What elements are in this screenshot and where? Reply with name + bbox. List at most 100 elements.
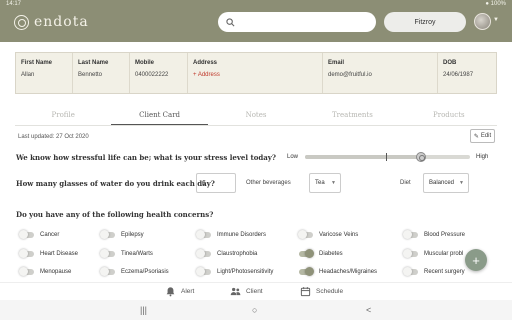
stress-slider-thumb[interactable] <box>415 152 426 162</box>
last-name-label: Last Name <box>78 60 109 66</box>
concern-toggle[interactable] <box>19 267 34 276</box>
status-time: 14:17 <box>6 1 22 7</box>
first-name-value: Allan <box>21 72 35 78</box>
concern-toggle[interactable] <box>403 230 418 239</box>
recents-icon[interactable]: ||| <box>140 305 147 315</box>
concern-toggle[interactable] <box>299 249 314 258</box>
concern-toggle[interactable] <box>299 267 314 276</box>
search-input[interactable] <box>239 18 369 26</box>
concern-immune-disorders[interactable]: Immune Disorders <box>196 230 266 239</box>
nav-alert[interactable]: Alert <box>165 286 194 297</box>
concern-tinea-warts[interactable]: Tinea/Warts <box>100 249 153 258</box>
dob-value: 24/06/1987 <box>443 72 474 78</box>
water-input[interactable]: 6 <box>196 173 236 193</box>
concern-toggle[interactable] <box>100 267 115 276</box>
concern-eczema-psoriasis[interactable]: Eczema/Psoriasis <box>100 267 169 276</box>
mobile-label: Mobile <box>135 60 154 66</box>
system-nav-bar: ||| ○ < <box>0 300 512 320</box>
stress-high-label: High <box>476 154 489 160</box>
concern-toggle[interactable] <box>19 249 34 258</box>
status-bar: 14:17 ● 100% <box>0 0 512 10</box>
nav-schedule-label: Schedule <box>316 288 344 295</box>
add-address-link[interactable]: + Address <box>193 72 317 78</box>
diet-label: Diet <box>400 180 411 186</box>
pencil-icon: ✎ <box>473 133 479 140</box>
tab-client-card[interactable]: Client Card <box>111 108 208 125</box>
concern-label: Eczema/Psoriasis <box>121 269 169 275</box>
chevron-down-icon: ▼ <box>331 180 336 186</box>
mobile-value: 0400022222 <box>135 72 169 78</box>
concern-muscular[interactable]: Muscular probl <box>403 249 463 258</box>
bottom-nav: Alert Client Schedule <box>0 282 512 300</box>
concern-blood-pressure[interactable]: Blood Pressure <box>403 230 466 239</box>
nav-client-label: Client <box>246 288 263 295</box>
concern-light-photosensitivity[interactable]: Light/Photosensitivity <box>196 267 273 276</box>
chevron-down-icon: ▼ <box>459 180 464 186</box>
first-name-label: First Name <box>21 60 53 66</box>
concern-heart-disease[interactable]: Heart Disease <box>19 249 79 258</box>
avatar[interactable] <box>474 13 491 30</box>
concern-toggle[interactable] <box>403 267 418 276</box>
add-fab-button[interactable]: + <box>465 249 487 271</box>
chevron-down-icon[interactable]: ▼ <box>493 17 499 23</box>
last-name-column: Last Name Bennetto <box>73 53 130 93</box>
location-button[interactable]: Fitzroy <box>384 12 466 32</box>
address-label: Address <box>193 60 218 66</box>
calendar-icon <box>300 287 311 297</box>
dob-label: DOB <box>443 60 457 66</box>
stress-slider[interactable] <box>305 152 470 162</box>
concern-varicose-veins[interactable]: Varicose Veins <box>298 230 359 239</box>
tab-products[interactable]: Products <box>401 108 497 125</box>
concern-label: Epilepsy <box>121 232 144 238</box>
nav-schedule[interactable]: Schedule <box>300 286 343 297</box>
stress-slider-tick <box>386 153 387 161</box>
mobile-column: Mobile 0400022222 <box>130 53 188 93</box>
concern-toggle[interactable] <box>196 249 211 258</box>
health-question: Do you have any of the following health … <box>16 210 214 219</box>
concern-toggle[interactable] <box>100 230 115 239</box>
concern-label: Blood Pressure <box>424 232 466 238</box>
concern-label: Claustrophobia <box>217 251 258 257</box>
concern-recent-surgery[interactable]: Recent surgery <box>403 267 465 276</box>
edit-button[interactable]: ✎ Edit <box>470 129 495 143</box>
stress-question: We know how stressful life can be; what … <box>16 153 276 162</box>
concern-epilepsy[interactable]: Epilepsy <box>100 230 144 239</box>
concern-toggle[interactable] <box>100 249 115 258</box>
diet-value: Balanced <box>429 180 455 186</box>
tab-notes[interactable]: Notes <box>208 108 304 125</box>
nav-client[interactable]: Client <box>230 286 263 297</box>
concern-toggle[interactable] <box>196 267 211 276</box>
bell-icon <box>166 287 175 297</box>
concern-label: Menopause <box>40 269 72 275</box>
tab-treatments[interactable]: Treatments <box>304 108 400 125</box>
brand-logo[interactable]: endota <box>14 12 89 32</box>
concern-claustrophobia[interactable]: Claustrophobia <box>196 249 258 258</box>
back-icon[interactable]: < <box>366 305 371 315</box>
edit-label: Edit <box>480 133 492 139</box>
logo-icon <box>14 14 29 30</box>
concern-label: Heart Disease <box>40 251 79 257</box>
home-icon[interactable]: ○ <box>252 305 257 315</box>
other-beverages-value: Tea <box>315 180 325 186</box>
search-icon <box>226 17 235 26</box>
concern-headaches-migraines[interactable]: Headaches/Migraines <box>299 267 377 276</box>
concern-menopause[interactable]: Menopause <box>19 267 72 276</box>
concern-cancer[interactable]: Cancer <box>19 230 60 239</box>
concern-toggle[interactable] <box>19 230 34 239</box>
tab-profile[interactable]: Profile <box>15 108 111 125</box>
diet-select[interactable]: Balanced ▼ <box>423 173 469 193</box>
people-icon <box>230 287 241 296</box>
other-beverages-label: Other beverages <box>246 180 291 186</box>
concern-toggle[interactable] <box>298 230 313 239</box>
concern-toggle[interactable] <box>403 249 418 258</box>
stress-slider-fill <box>305 155 421 159</box>
email-label: Email <box>328 60 345 66</box>
search-bar[interactable] <box>218 12 376 32</box>
concern-label: Cancer <box>40 232 60 238</box>
client-info-card: First Name Allan Last Name Bennetto Mobi… <box>15 52 497 94</box>
concern-label: Diabetes <box>319 251 343 257</box>
concern-toggle[interactable] <box>196 230 211 239</box>
other-beverages-select[interactable]: Tea ▼ <box>309 173 341 193</box>
concern-label: Varicose Veins <box>319 232 359 238</box>
concern-diabetes[interactable]: Diabetes <box>299 249 343 258</box>
